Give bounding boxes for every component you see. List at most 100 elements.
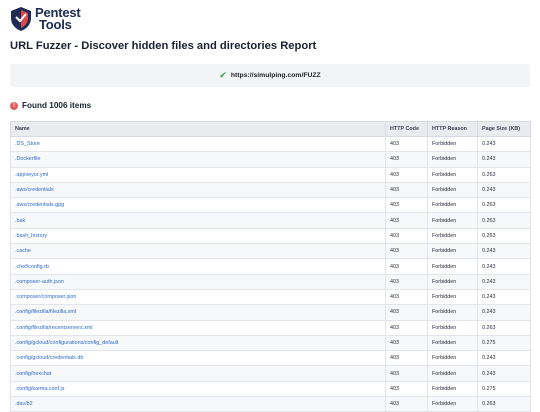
- cell-page-size: 0.243: [477, 135, 531, 153]
- column-header-http-reason: HTTP Reason: [427, 121, 478, 137]
- cell-http-code: 403: [385, 304, 428, 321]
- cell-page-size: 0.243: [477, 151, 531, 168]
- table-row: .chef/config.rb 403 Forbidden 0.243: [10, 258, 531, 275]
- cell-name[interactable]: .aws/credentials: [10, 181, 386, 199]
- cell-http-code: 403: [385, 396, 428, 412]
- cell-page-size: 0.263: [477, 212, 531, 229]
- cell-http-code: 403: [385, 288, 428, 306]
- brand-logo: Pentest Tools: [10, 6, 81, 32]
- cell-page-size: 0.263: [477, 197, 531, 214]
- cell-page-size: 0.275: [477, 380, 531, 398]
- cell-http-reason: Forbidden: [427, 396, 478, 412]
- cell-name[interactable]: .aws/credentials.gpg: [10, 197, 386, 214]
- shield-icon: [11, 7, 31, 31]
- cell-http-reason: Forbidden: [427, 227, 478, 245]
- cell-name[interactable]: .Dockerfile: [10, 151, 386, 168]
- cell-http-code: 403: [385, 151, 428, 168]
- table-row: .config/gcloud/configurations/config_def…: [10, 334, 531, 352]
- cell-name[interactable]: .config/filezilla/filezilla.xml: [10, 304, 386, 321]
- alert-circle-icon: !: [10, 101, 18, 110]
- cell-page-size: 0.243: [477, 243, 531, 260]
- table-row: .config/filezilla/filezilla.xml 403 Forbid…: [10, 304, 531, 321]
- cell-http-code: 403: [385, 334, 428, 352]
- cell-http-code: 403: [385, 380, 428, 398]
- cell-name[interactable]: .config/gcloud/credentials.db: [10, 350, 386, 367]
- table-row: .composer/composer.json 403 Forbidden 0.243: [10, 288, 531, 306]
- table-row: .composer-auth.json 403 Forbidden 0.243: [10, 273, 531, 290]
- cell-http-code: 403: [385, 166, 428, 183]
- cell-page-size: 0.243: [477, 365, 531, 382]
- cell-http-reason: Forbidden: [427, 334, 478, 352]
- cell-http-code: 403: [385, 258, 428, 275]
- cell-name[interactable]: .config/gcloud/configurations/config_def…: [10, 334, 386, 352]
- cell-http-reason: Forbidden: [427, 365, 478, 382]
- table-row: .dav/b2 403 Forbidden 0.263: [10, 396, 531, 412]
- table-row: .DS_Store 403 Forbidden 0.243: [10, 135, 531, 153]
- table-row: .bash_history 403 Forbidden 0.263: [10, 227, 531, 245]
- cell-http-reason: Forbidden: [427, 380, 478, 398]
- cell-http-code: 403: [385, 197, 428, 214]
- cell-name[interactable]: .config/filezilla/recentservers.xml: [10, 319, 386, 336]
- table-row: .config/hexchat 403 Forbidden 0.243: [10, 365, 531, 382]
- cell-http-reason: Forbidden: [427, 304, 478, 321]
- cell-page-size: 0.243: [477, 288, 531, 306]
- cell-name[interactable]: .DS_Store: [10, 135, 386, 153]
- cell-http-reason: Forbidden: [427, 135, 478, 153]
- table-row: .config/karma.conf.js 403 Forbidden 0.275: [10, 380, 531, 398]
- check-icon: ✔: [219, 70, 227, 80]
- cell-name[interactable]: .dav/b2: [10, 396, 386, 412]
- cell-http-reason: Forbidden: [427, 350, 478, 367]
- table-header-row: Name HTTP Code HTTP Reason Page Size (KB…: [10, 121, 531, 137]
- cell-http-reason: Forbidden: [427, 288, 478, 306]
- column-header-page-size: Page Size (KB): [477, 121, 531, 137]
- cell-page-size: 0.243: [477, 304, 531, 321]
- table-row: .config/filezilla/recentservers.xml 403 Fo…: [10, 319, 531, 336]
- results-summary: ! Found 1006 items: [10, 101, 91, 110]
- target-url-box: ✔ https://simulping.com/FUZZ: [10, 64, 530, 87]
- results-table: Name HTTP Code HTTP Reason Page Size (KB…: [10, 121, 531, 412]
- cell-page-size: 0.263: [477, 396, 531, 412]
- table-row: .config/gcloud/credentials.db 403 Forbidde…: [10, 350, 531, 367]
- cell-http-code: 403: [385, 350, 428, 367]
- table-row: .aws/credentials 403 Forbidden 0.243: [10, 181, 531, 199]
- cell-http-code: 403: [385, 135, 428, 153]
- cell-http-code: 403: [385, 273, 428, 290]
- cell-page-size: 0.275: [477, 334, 531, 352]
- cell-page-size: 0.243: [477, 258, 531, 275]
- brand-line-2: Tools: [39, 17, 72, 32]
- cell-name[interactable]: .cache: [10, 243, 386, 260]
- cell-page-size: 0.263: [477, 319, 531, 336]
- table-row: .cache 403 Forbidden 0.243: [10, 243, 531, 260]
- column-header-http-code: HTTP Code: [385, 121, 428, 137]
- cell-name[interactable]: .composer/composer.json: [10, 288, 386, 306]
- cell-name[interactable]: .bak: [10, 212, 386, 229]
- cell-name[interactable]: .bash_history: [10, 227, 386, 245]
- cell-http-reason: Forbidden: [427, 166, 478, 183]
- cell-http-code: 403: [385, 212, 428, 229]
- cell-page-size: 0.263: [477, 166, 531, 183]
- cell-http-reason: Forbidden: [427, 243, 478, 260]
- cell-http-code: 403: [385, 243, 428, 260]
- cell-name[interactable]: .config/karma.conf.js: [10, 380, 386, 398]
- cell-http-code: 403: [385, 181, 428, 199]
- cell-http-reason: Forbidden: [427, 319, 478, 336]
- cell-page-size: 0.243: [477, 181, 531, 199]
- cell-page-size: 0.263: [477, 227, 531, 245]
- cell-http-code: 403: [385, 319, 428, 336]
- cell-name[interactable]: .chef/config.rb: [10, 258, 386, 275]
- table-row: .aws/credentials.gpg 403 Forbidden 0.263: [10, 197, 531, 214]
- cell-http-reason: Forbidden: [427, 273, 478, 290]
- cell-page-size: 0.243: [477, 273, 531, 290]
- cell-http-code: 403: [385, 227, 428, 245]
- target-url: https://simulping.com/FUZZ: [230, 72, 321, 79]
- cell-name[interactable]: .appveyor.yml: [10, 166, 386, 183]
- cell-page-size: 0.243: [477, 350, 531, 367]
- cell-http-reason: Forbidden: [427, 258, 478, 275]
- cell-http-reason: Forbidden: [427, 197, 478, 214]
- column-header-name: Name: [10, 121, 386, 137]
- cell-name[interactable]: .config/hexchat: [10, 365, 386, 382]
- cell-name[interactable]: .composer-auth.json: [10, 273, 386, 290]
- table-row: .bak 403 Forbidden 0.263: [10, 212, 531, 229]
- cell-http-code: 403: [385, 365, 428, 382]
- cell-http-reason: Forbidden: [427, 151, 478, 168]
